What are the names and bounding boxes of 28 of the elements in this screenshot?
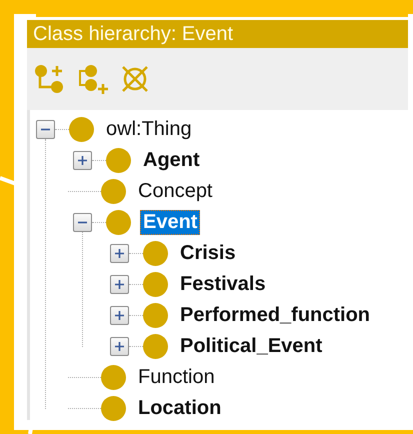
class-icon [106, 210, 131, 235]
class-icon [101, 179, 126, 204]
expand-toggle[interactable] [110, 337, 129, 356]
tree-item[interactable]: owl:Thing [103, 117, 195, 142]
collapse-toggle[interactable] [36, 120, 55, 139]
tree-item[interactable]: Function [135, 365, 218, 390]
tree-item[interactable]: Concept [135, 179, 216, 204]
tree-item[interactable]: Event [140, 210, 200, 235]
expand-toggle[interactable] [110, 275, 129, 294]
class-icon [101, 365, 126, 390]
panel-title: Class hierarchy: Event [27, 20, 408, 48]
class-icon [143, 272, 168, 297]
collapse-toggle[interactable] [73, 213, 92, 232]
tree-item[interactable]: Crisis [177, 241, 239, 266]
class-icon [143, 241, 168, 266]
expand-toggle[interactable] [73, 151, 92, 170]
expand-toggle[interactable] [110, 306, 129, 325]
tree-item[interactable]: Location [135, 396, 224, 421]
class-icon [143, 303, 168, 328]
class-icon [69, 117, 94, 142]
class-icon [143, 334, 168, 359]
class-icon [106, 148, 131, 173]
tree-item[interactable]: Festivals [177, 272, 269, 297]
class-icon [101, 396, 126, 421]
tree-item[interactable]: Political_Event [177, 334, 326, 359]
tree-item[interactable]: Agent [140, 148, 203, 173]
tree-item[interactable]: Performed_function [177, 303, 374, 328]
expand-toggle[interactable] [110, 244, 129, 263]
